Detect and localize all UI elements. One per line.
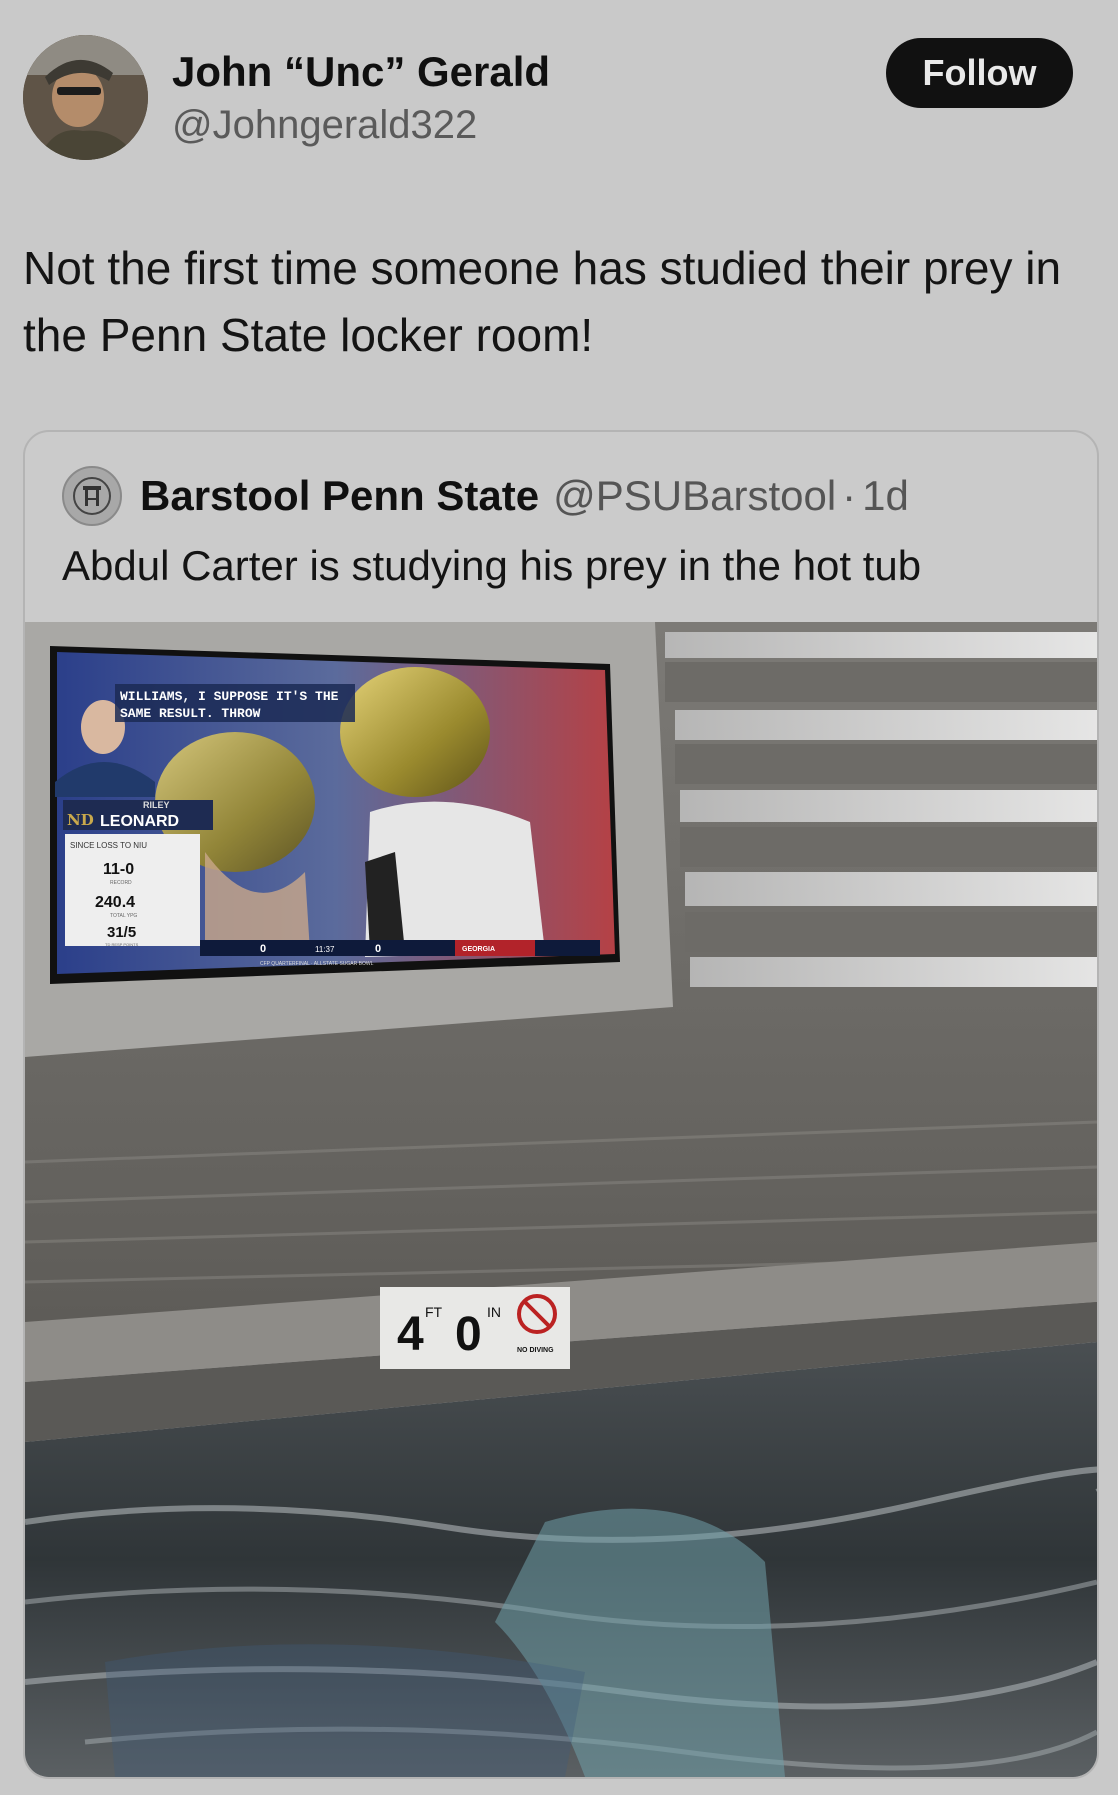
quoted-tweet-header: Barstool Penn State @PSUBarstool · 1d (62, 466, 909, 526)
barstool-logo-icon (73, 477, 111, 515)
depth-feet: 4 (397, 1308, 424, 1361)
stat-td-label: TD RESP POINTS (105, 942, 139, 947)
stat-record-value: 11-0 (103, 861, 134, 878)
stat-ypg-value: 240.4 (95, 894, 135, 911)
quoted-tweet-text: Abdul Carter is studying his prey in the… (62, 542, 922, 589)
depth-inches: 0 (455, 1308, 482, 1361)
led-light-strips (665, 632, 1097, 987)
avatar-photo (23, 35, 148, 160)
follow-button[interactable]: Follow (886, 38, 1073, 108)
quoted-author-handle[interactable]: @PSUBarstool (553, 472, 836, 520)
nd-logo-icon: ND (67, 811, 94, 829)
tv-caption-line1: WILLIAMS, I SUPPOSE IT'S THE (120, 689, 339, 704)
separator-dot: · (842, 472, 857, 519)
depth-in-label: IN (487, 1304, 501, 1320)
score-home: 0 (260, 943, 266, 955)
stat-record-label: RECORD (110, 880, 132, 886)
stat-ypg-label: TOTAL YPG (110, 913, 137, 919)
quoted-tweet-card[interactable]: Barstool Penn State @PSUBarstool · 1d Ab… (23, 430, 1099, 1779)
quoted-author-name[interactable]: Barstool Penn State (140, 472, 539, 520)
hot-tub-tv-photo: WILLIAMS, I SUPPOSE IT'S THE SAME RESULT… (25, 622, 1097, 1777)
depth-ft-label: FT (425, 1304, 443, 1320)
author-handle[interactable]: @Johngerald322 (172, 103, 477, 148)
helmet-right (340, 667, 490, 797)
player-last-name: LEONARD (100, 813, 179, 830)
author-name[interactable]: John “Unc” Gerald (172, 48, 550, 96)
quoted-tweet-photo[interactable]: WILLIAMS, I SUPPOSE IT'S THE SAME RESULT… (25, 622, 1097, 1777)
score-away: 0 (375, 943, 381, 955)
quoted-author-avatar[interactable] (62, 466, 122, 526)
score-team: GEORGIA (462, 946, 495, 953)
bowl-name: CFP QUARTERFINAL · ALLSTATE SUGAR BOWL (260, 961, 374, 967)
stat-header: SINCE LOSS TO NIU (70, 841, 147, 850)
stat-td-value: 31/5 (107, 924, 136, 941)
author-avatar[interactable] (23, 35, 148, 160)
tweet-header: John “Unc” Gerald @Johngerald322 Follow (0, 0, 1118, 190)
score-clock: 11:37 (315, 945, 335, 954)
quoted-timestamp[interactable]: 1d (862, 472, 909, 520)
player-first-name: RILEY (143, 800, 170, 810)
tweet-text: Not the first time someone has studied t… (23, 242, 1062, 361)
no-diving-label: NO DIVING (517, 1347, 554, 1354)
tv-caption-line2: SAME RESULT. THROW (120, 706, 261, 721)
